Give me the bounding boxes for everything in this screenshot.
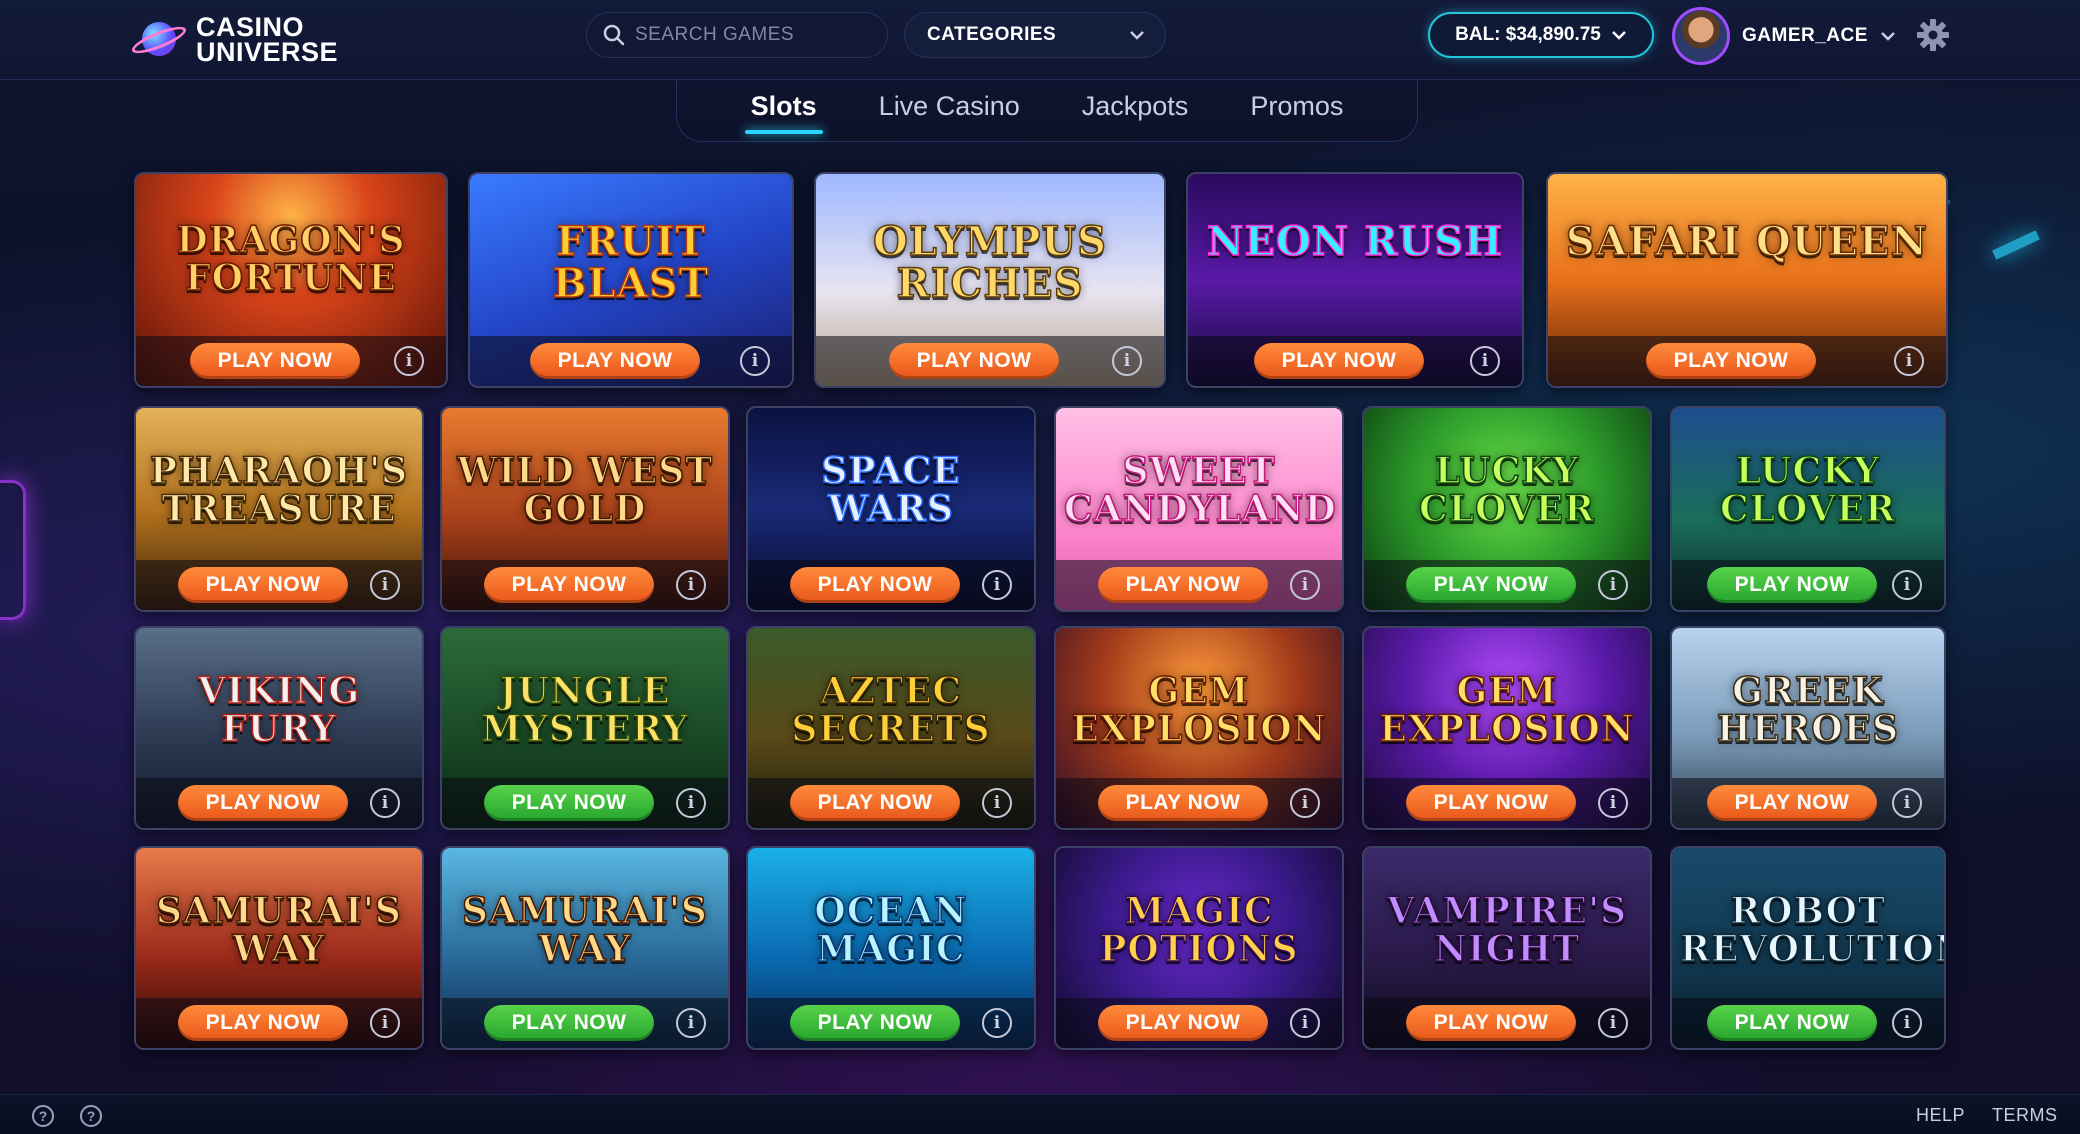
game-card-viking-fury[interactable]: VIKING FURY PLAY NOW i	[134, 626, 424, 830]
info-icon[interactable]: i	[740, 346, 770, 376]
info-icon[interactable]: i	[1470, 346, 1500, 376]
game-title: MAGIC POTIONS	[1099, 890, 1299, 970]
game-title: NEON RUSH	[1206, 217, 1504, 265]
game-card-wild-west-gold[interactable]: WILD WEST GOLD PLAY NOW i	[440, 406, 730, 612]
game-card-greek-heroes[interactable]: GREEK HEROES PLAY NOW i	[1670, 626, 1946, 830]
game-card-gem-explosion[interactable]: GEM EXPLOSION PLAY NOW i	[1054, 626, 1344, 830]
game-card-aztec-secrets[interactable]: AZTEC SECRETS PLAY NOW i	[746, 626, 1036, 830]
help-circle-icon[interactable]: ?	[80, 1105, 102, 1127]
game-card-olympus-riches[interactable]: OLYMPUS RICHES PLAY NOW i	[814, 172, 1166, 388]
info-icon[interactable]: i	[370, 788, 400, 818]
game-card-robot-revolution[interactable]: ROBOT REVOLUTION PLAY NOW i	[1670, 846, 1946, 1050]
game-card-vampire-s-night[interactable]: VAMPIRE'S NIGHT PLAY NOW i	[1362, 846, 1652, 1050]
game-title: FRUIT BLAST	[552, 217, 710, 307]
info-icon[interactable]: i	[1892, 1008, 1922, 1038]
play-now-button[interactable]: PLAY NOW	[484, 1005, 654, 1041]
casino-lobby-page: CASINO UNIVERSE CATEGORIES BAL: $34,890.…	[0, 0, 2080, 1134]
info-icon[interactable]: i	[676, 788, 706, 818]
game-title: PHARAOH'S TREASURE	[149, 450, 409, 531]
info-icon[interactable]: i	[1892, 570, 1922, 600]
play-now-button[interactable]: PLAY NOW	[1707, 785, 1877, 821]
game-title: GREEK HEROES	[1716, 670, 1900, 750]
play-now-button[interactable]: PLAY NOW	[790, 785, 960, 821]
game-card-dragon-s-fortune[interactable]: DRAGON'S FORTUNE PLAY NOW i	[134, 172, 448, 388]
help-link[interactable]: HELP	[1916, 1105, 1965, 1126]
game-title: WILD WEST GOLD	[456, 450, 713, 531]
play-now-button[interactable]: PLAY NOW	[790, 567, 960, 603]
game-title: SAMURAI'S WAY	[155, 890, 402, 970]
play-now-button[interactable]: PLAY NOW	[889, 343, 1059, 379]
info-icon[interactable]: i	[394, 346, 424, 376]
play-now-button[interactable]: PLAY NOW	[1707, 567, 1877, 603]
game-card-space-wars[interactable]: SPACE WARS PLAY NOW i	[746, 406, 1036, 612]
info-icon[interactable]: i	[1598, 570, 1628, 600]
game-title: GEM EXPLOSION	[1379, 670, 1635, 750]
game-card-pharaoh-s-treasure[interactable]: PHARAOH'S TREASURE PLAY NOW i	[134, 406, 424, 612]
game-card-gem-explosion[interactable]: GEM EXPLOSION PLAY NOW i	[1362, 626, 1652, 830]
play-now-button[interactable]: PLAY NOW	[1254, 343, 1424, 379]
play-now-button[interactable]: PLAY NOW	[1098, 785, 1268, 821]
game-title: SAMURAI'S WAY	[461, 890, 708, 970]
game-title: SPACE WARS	[821, 450, 961, 531]
game-title: OCEAN MAGIC	[814, 890, 968, 970]
play-now-button[interactable]: PLAY NOW	[1406, 567, 1576, 603]
game-title: JUNGLE MYSTERY	[481, 670, 689, 750]
play-now-button[interactable]: PLAY NOW	[1098, 567, 1268, 603]
game-card-jungle-mystery[interactable]: JUNGLE MYSTERY PLAY NOW i	[440, 626, 730, 830]
info-icon[interactable]: i	[1112, 346, 1142, 376]
play-now-button[interactable]: PLAY NOW	[190, 343, 360, 379]
footer-bar: ? ? HELP TERMS	[0, 1094, 2080, 1134]
play-now-button[interactable]: PLAY NOW	[530, 343, 700, 379]
play-now-button[interactable]: PLAY NOW	[178, 567, 348, 603]
game-title: VAMPIRE'S NIGHT	[1386, 890, 1628, 970]
game-card-magic-potions[interactable]: MAGIC POTIONS PLAY NOW i	[1054, 846, 1344, 1050]
play-now-button[interactable]: PLAY NOW	[484, 785, 654, 821]
info-icon[interactable]: i	[676, 1008, 706, 1038]
play-now-button[interactable]: PLAY NOW	[790, 1005, 960, 1041]
game-card-lucky-clover[interactable]: LUCKY CLOVER PLAY NOW i	[1362, 406, 1652, 612]
play-now-button[interactable]: PLAY NOW	[1646, 343, 1816, 379]
play-now-button[interactable]: PLAY NOW	[178, 785, 348, 821]
info-icon[interactable]: i	[1598, 1008, 1628, 1038]
info-icon[interactable]: i	[1290, 570, 1320, 600]
info-icon[interactable]: i	[1290, 788, 1320, 818]
play-now-button[interactable]: PLAY NOW	[1098, 1005, 1268, 1041]
info-icon[interactable]: i	[1894, 346, 1924, 376]
game-title: GEM EXPLOSION	[1071, 670, 1327, 750]
game-title: LUCKY CLOVER	[1418, 450, 1595, 531]
play-now-button[interactable]: PLAY NOW	[178, 1005, 348, 1041]
play-now-button[interactable]: PLAY NOW	[484, 567, 654, 603]
game-card-samurai-s-way[interactable]: SAMURAI'S WAY PLAY NOW i	[440, 846, 730, 1050]
info-icon[interactable]: i	[982, 570, 1012, 600]
terms-link[interactable]: TERMS	[1992, 1105, 2058, 1126]
info-icon[interactable]: i	[1892, 788, 1922, 818]
game-title: ROBOT REVOLUTION	[1679, 890, 1946, 970]
game-card-safari-queen[interactable]: SAFARI QUEEN PLAY NOW i	[1546, 172, 1948, 388]
play-now-button[interactable]: PLAY NOW	[1406, 1005, 1576, 1041]
info-icon[interactable]: i	[370, 1008, 400, 1038]
game-title: SWEET CANDYLAND	[1063, 450, 1337, 531]
game-title: LUCKY CLOVER	[1719, 450, 1896, 531]
play-now-button[interactable]: PLAY NOW	[1406, 785, 1576, 821]
game-title: AZTEC SECRETS	[791, 670, 991, 750]
info-icon[interactable]: i	[982, 1008, 1012, 1038]
info-icon[interactable]: i	[676, 570, 706, 600]
game-card-ocean-magic[interactable]: OCEAN MAGIC PLAY NOW i	[746, 846, 1036, 1050]
game-grid: DRAGON'S FORTUNE PLAY NOW i FRUIT BLAST PLAY…	[0, 0, 2080, 1134]
game-card-samurai-s-way[interactable]: SAMURAI'S WAY PLAY NOW i	[134, 846, 424, 1050]
game-title: VIKING FURY	[197, 670, 361, 750]
play-now-button[interactable]: PLAY NOW	[1707, 1005, 1877, 1041]
info-icon[interactable]: i	[370, 570, 400, 600]
game-card-neon-rush[interactable]: NEON RUSH PLAY NOW i	[1186, 172, 1524, 388]
info-icon[interactable]: i	[1290, 1008, 1320, 1038]
game-card-lucky-clover[interactable]: LUCKY CLOVER PLAY NOW i	[1670, 406, 1946, 612]
game-card-sweet-candyland[interactable]: SWEET CANDYLAND PLAY NOW i	[1054, 406, 1344, 612]
game-card-fruit-blast[interactable]: FRUIT BLAST PLAY NOW i	[468, 172, 794, 388]
info-icon[interactable]: i	[1598, 788, 1628, 818]
help-circle-icon[interactable]: ?	[32, 1105, 54, 1127]
game-title: SAFARI QUEEN	[1565, 217, 1929, 265]
game-title: DRAGON'S FORTUNE	[176, 218, 406, 299]
game-title: OLYMPUS RICHES	[872, 217, 1108, 307]
info-icon[interactable]: i	[982, 788, 1012, 818]
